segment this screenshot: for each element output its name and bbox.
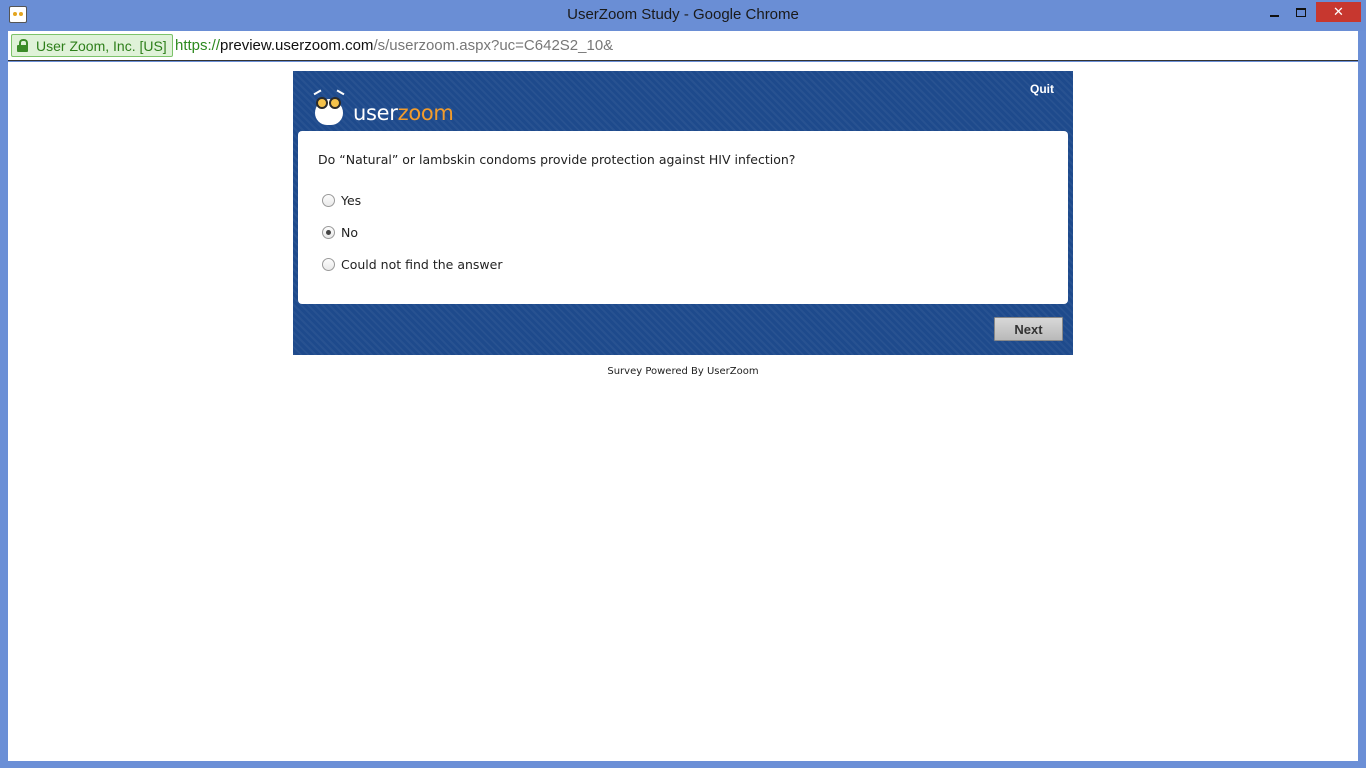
userzoom-logo: userzoom (313, 89, 454, 125)
brand-part-zoom: zoom (397, 101, 454, 125)
option-no[interactable]: No (322, 225, 358, 240)
question-text: Do “Natural” or lambskin condoms provide… (318, 152, 796, 167)
brand-part-user: user (353, 101, 398, 125)
close-button[interactable]: ✕ (1316, 2, 1361, 22)
owl-logo-icon (313, 89, 345, 125)
lock-icon (17, 39, 28, 52)
powered-by-footer: Survey Powered By UserZoom (607, 366, 759, 377)
option-yes[interactable]: Yes (322, 193, 361, 208)
close-icon: ✕ (1333, 4, 1344, 19)
url-scheme: https:// (175, 37, 221, 54)
maximize-button[interactable] (1291, 2, 1311, 22)
radio-no[interactable] (322, 226, 335, 239)
quit-link[interactable]: Quit (1030, 82, 1054, 96)
minimize-icon (1269, 15, 1279, 17)
maximize-icon (1296, 7, 1306, 17)
url-text[interactable]: https://preview.userzoom.com/s/userzoom.… (175, 37, 613, 54)
option-label: Yes (341, 193, 362, 208)
brand-wordmark: userzoom (353, 101, 454, 125)
option-could-not-find[interactable]: Could not find the answer (322, 257, 502, 272)
address-bar[interactable]: User Zoom, Inc. [US] https://preview.use… (8, 31, 1358, 61)
window-bottom-border (0, 761, 1366, 768)
radio-yes[interactable] (322, 194, 335, 207)
page-viewport: userzoom Quit Do “Natural” or lambskin c… (8, 62, 1358, 761)
ev-certificate-badge[interactable]: User Zoom, Inc. [US] (11, 34, 173, 57)
radio-could-not-find[interactable] (322, 258, 335, 271)
minimize-button[interactable] (1264, 2, 1284, 22)
next-button[interactable]: Next (994, 317, 1063, 341)
option-label: Could not find the answer (341, 257, 503, 272)
ev-certificate-label: User Zoom, Inc. [US] (36, 37, 167, 54)
url-host: preview.userzoom.com (220, 37, 374, 54)
option-label: No (341, 225, 358, 240)
window-title: UserZoom Study - Google Chrome (567, 6, 799, 23)
question-card: Do “Natural” or lambskin condoms provide… (298, 131, 1068, 304)
url-path: /s/userzoom.aspx?uc=C642S2_10& (373, 37, 614, 54)
window-titlebar: UserZoom Study - Google Chrome ✕ (0, 0, 1366, 31)
survey-panel: userzoom Quit Do “Natural” or lambskin c… (293, 71, 1073, 355)
